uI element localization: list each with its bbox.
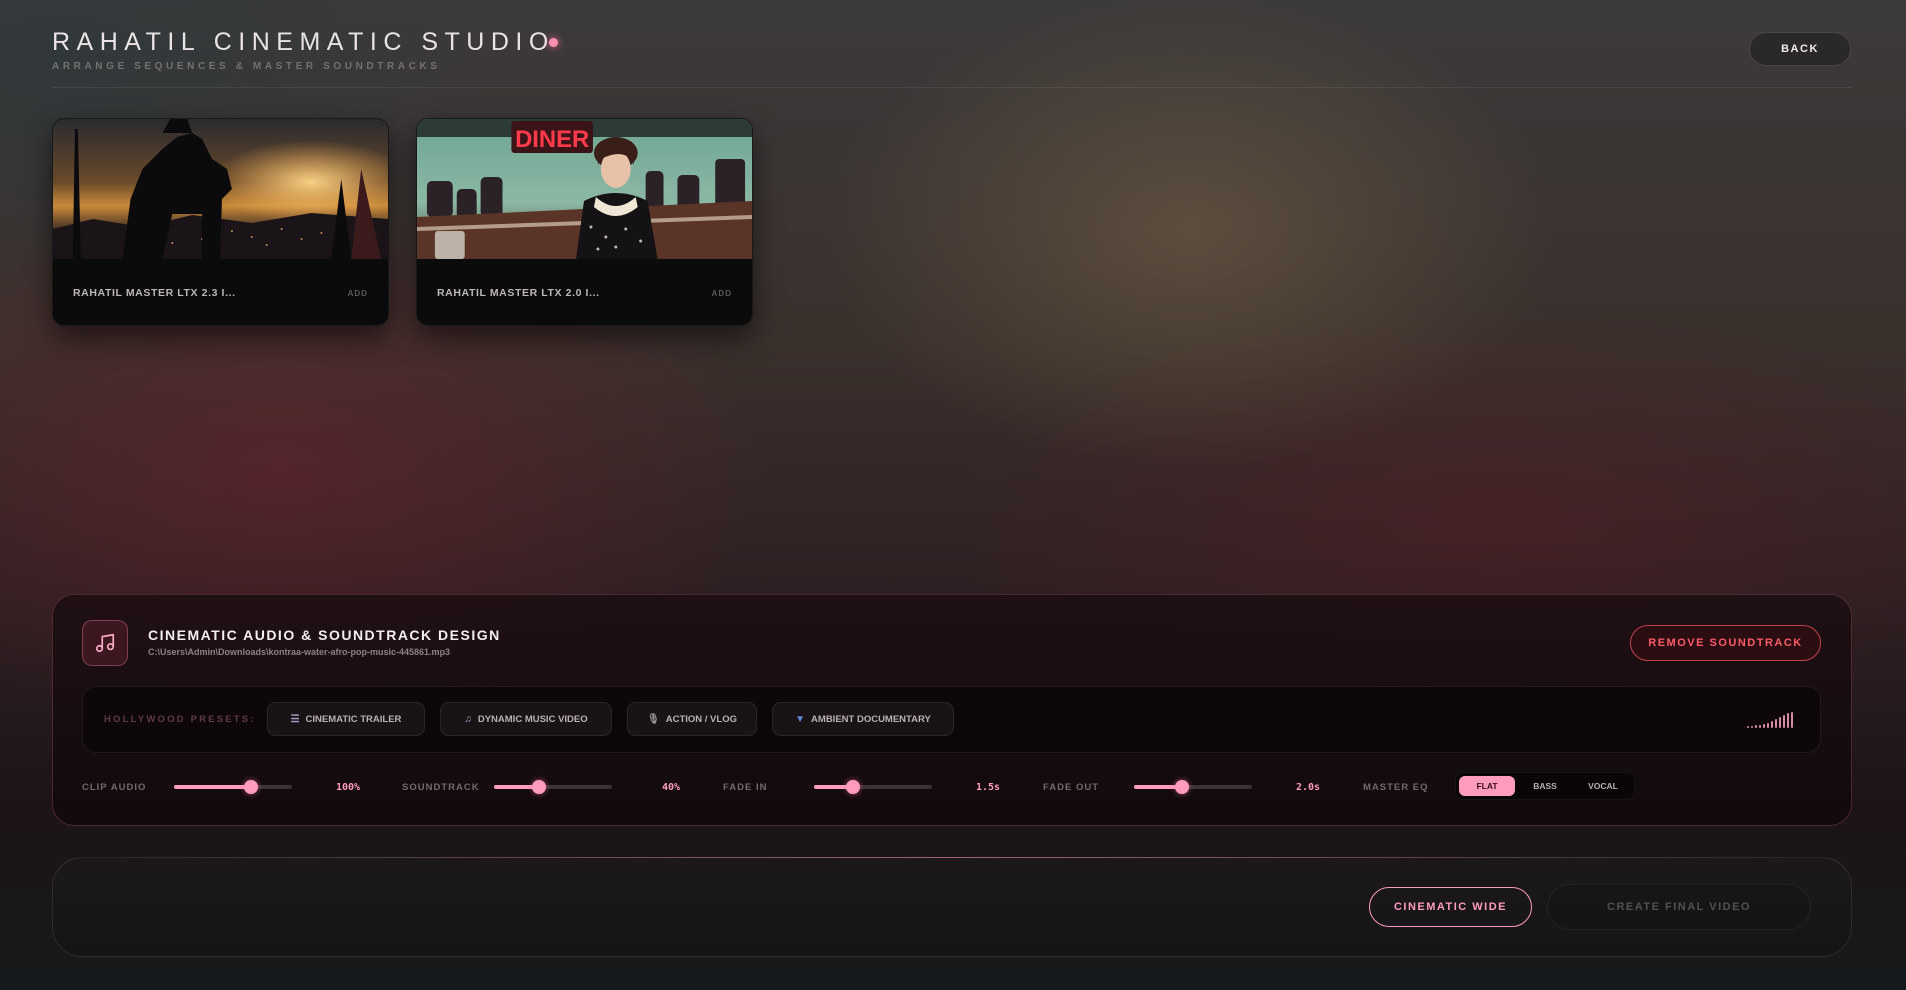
- clip-audio-value: 100%: [336, 782, 361, 793]
- presets-label: HOLLYWOOD PRESETS:: [104, 714, 256, 725]
- preset-cinematic-trailer[interactable]: ☰ CINEMATIC TRAILER: [267, 702, 425, 736]
- preset-label: DYNAMIC MUSIC VIDEO: [477, 713, 588, 725]
- master-eq-toggle: FLAT BASS VOCAL: [1455, 772, 1635, 800]
- clip-name: RAHATIL MASTER LTX 2.3 I...: [73, 287, 236, 299]
- create-final-video-button[interactable]: CREATE FINAL VIDEO: [1547, 884, 1811, 930]
- slider-knob[interactable]: [243, 780, 258, 794]
- eq-option-vocal[interactable]: VOCAL: [1575, 776, 1631, 796]
- back-button[interactable]: BACK: [1749, 32, 1851, 66]
- eq-option-flat[interactable]: FLAT: [1459, 776, 1515, 796]
- soundtrack-label: SOUNDTRACK: [402, 782, 480, 793]
- audio-level-meter: [1747, 711, 1797, 728]
- panel-title: CINEMATIC AUDIO & SOUNDTRACK DESIGN: [148, 627, 501, 643]
- preset-ambient-documentary[interactable]: ▼ AMBIENT DOCUMENTARY: [772, 702, 954, 736]
- preset-label: ACTION / VLOG: [665, 713, 737, 725]
- add-clip-button[interactable]: ADD: [348, 289, 368, 298]
- status-dot: [549, 38, 558, 47]
- export-bar-glow: [120, 857, 1780, 858]
- fade-out-value: 2.0s: [1296, 782, 1321, 793]
- film-icon: ☰: [290, 713, 300, 725]
- slider-knob[interactable]: [845, 780, 860, 794]
- clip-audio-label: CLIP AUDIO: [82, 782, 147, 793]
- droplet-icon: ▼: [795, 713, 806, 725]
- clip-thumbnail: [53, 119, 388, 259]
- preset-label: AMBIENT DOCUMENTARY: [811, 713, 931, 725]
- master-eq-label: MASTER EQ: [1363, 782, 1429, 793]
- page-subtitle: ARRANGE SEQUENCES & MASTER SOUNDTRACKS: [52, 61, 441, 72]
- diner-sign: DINER: [515, 126, 589, 153]
- remove-soundtrack-button[interactable]: REMOVE SOUNDTRACK: [1630, 625, 1821, 661]
- fade-in-value: 1.5s: [976, 782, 1001, 793]
- page-title: RAHATIL CINEMATIC STUDIO: [52, 28, 555, 56]
- clip-card[interactable]: DINER RAHATIL MASTER LTX 2.0 I... ADD: [416, 118, 753, 326]
- soundtrack-slider[interactable]: [494, 780, 612, 794]
- clip-audio-slider[interactable]: [174, 780, 292, 794]
- preset-dynamic-music-video[interactable]: ♫ DYNAMIC MUSIC VIDEO: [440, 702, 612, 736]
- fade-out-slider[interactable]: [1134, 780, 1252, 794]
- soundtrack-value: 40%: [662, 782, 681, 793]
- preset-label: CINEMATIC TRAILER: [305, 713, 402, 725]
- preset-action-vlog[interactable]: 🎙 ACTION / VLOG: [627, 702, 757, 736]
- fade-in-label: FADE IN: [723, 782, 768, 793]
- eq-option-bass[interactable]: BASS: [1517, 776, 1573, 796]
- microphone-icon: 🎙: [647, 713, 660, 725]
- slider-knob[interactable]: [531, 780, 546, 794]
- fade-out-label: FADE OUT: [1043, 782, 1100, 793]
- soundtrack-file-path: C:\Users\Admin\Downloads\kontraa-water-a…: [148, 647, 451, 657]
- music-note-icon: ♫: [464, 713, 472, 725]
- clip-card[interactable]: RAHATIL MASTER LTX 2.3 I... ADD: [52, 118, 389, 326]
- header-divider: [52, 87, 1852, 88]
- fade-in-slider[interactable]: [814, 780, 932, 794]
- add-clip-button[interactable]: ADD: [712, 289, 732, 298]
- clip-name: RAHATIL MASTER LTX 2.0 I...: [437, 287, 600, 299]
- aspect-cinematic-wide-button[interactable]: CINEMATIC WIDE: [1369, 887, 1532, 927]
- music-note-icon: [82, 620, 128, 666]
- clip-thumbnail: DINER: [417, 119, 752, 259]
